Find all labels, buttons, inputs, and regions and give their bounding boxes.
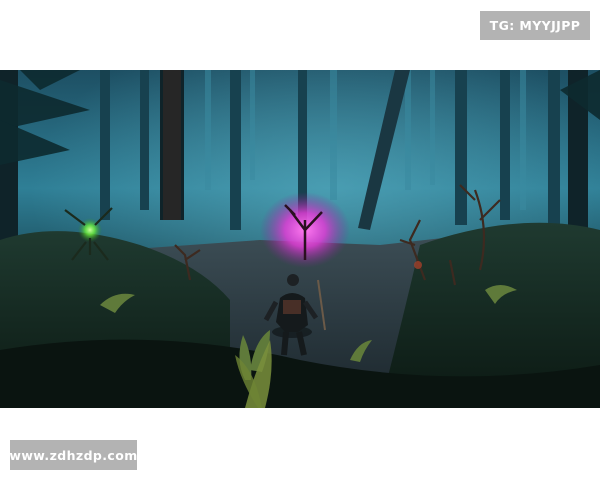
- page: TG: MYYJJPP www.zdhzdp.com: [0, 0, 600, 480]
- watermark-telegram-text: TG: MYYJJPP: [489, 18, 581, 33]
- game-scene: [0, 70, 600, 408]
- watermark-website-text: www.zdhzdp.com: [9, 447, 138, 463]
- watermark-telegram-badge: TG: MYYJJPP: [480, 11, 590, 40]
- watermark-website-badge: www.zdhzdp.com: [9, 440, 138, 470]
